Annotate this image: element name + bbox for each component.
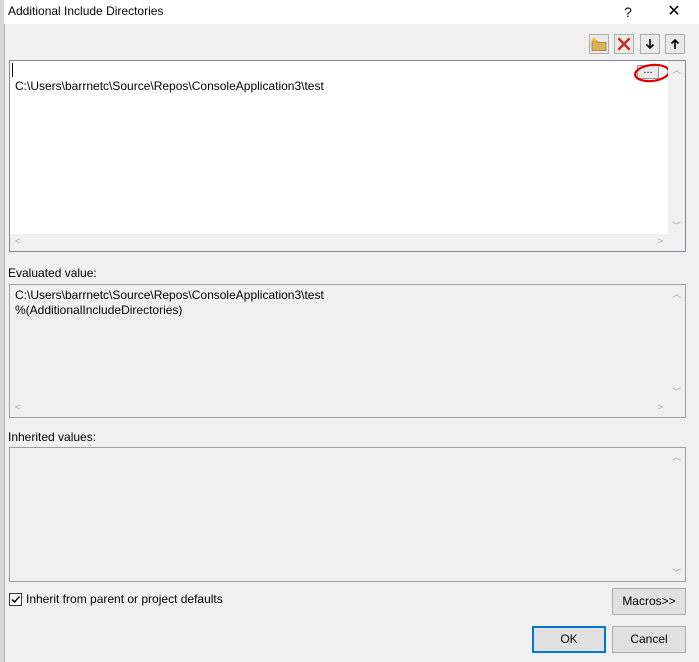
ok-button[interactable]: OK xyxy=(532,626,606,653)
evaluated-horizontal-scrollbar[interactable]: < > xyxy=(10,400,668,417)
evaluated-line: C:\Users\barrnetc\Source\Repos\ConsoleAp… xyxy=(15,288,324,302)
arrow-up-icon xyxy=(670,38,680,49)
scroll-left-icon[interactable]: < xyxy=(15,402,20,412)
directory-horizontal-scrollbar[interactable]: < > xyxy=(10,234,668,251)
scroll-corner xyxy=(668,234,685,251)
move-up-button[interactable] xyxy=(665,34,685,54)
inherited-values-box: ︿ ﹀ xyxy=(9,447,686,582)
move-down-button[interactable] xyxy=(640,34,660,54)
evaluated-label: Evaluated value: xyxy=(8,266,97,280)
scroll-right-icon[interactable]: > xyxy=(658,236,663,246)
cancel-button[interactable]: Cancel xyxy=(612,626,686,653)
inherited-vertical-scrollbar[interactable]: ︿ ﹀ xyxy=(668,448,685,581)
inherit-checkbox-label: Inherit from parent or project defaults xyxy=(26,592,223,606)
close-button[interactable]: ✕ xyxy=(654,0,694,24)
evaluated-value-box: C:\Users\barrnetc\Source\Repos\ConsoleAp… xyxy=(9,284,686,418)
macros-button[interactable]: Macros>> xyxy=(612,588,686,615)
inherited-label: Inherited values: xyxy=(8,430,97,444)
new-line-button[interactable] xyxy=(589,34,609,54)
directory-list[interactable]: C:\Users\barrnetc\Source\Repos\ConsoleAp… xyxy=(9,60,686,252)
delete-x-icon xyxy=(617,37,631,51)
scroll-up-icon[interactable]: ︿ xyxy=(672,287,681,300)
new-folder-icon xyxy=(591,37,607,51)
arrow-down-icon xyxy=(645,39,655,50)
evaluated-line: %(AdditionalIncludeDirectories) xyxy=(15,303,183,317)
scroll-down-icon[interactable]: ﹀ xyxy=(672,566,681,579)
inherit-checkbox[interactable] xyxy=(9,592,22,606)
background-window-strip xyxy=(0,0,5,662)
delete-line-button[interactable] xyxy=(614,34,634,54)
scroll-down-icon[interactable]: ﹀ xyxy=(672,219,681,232)
dialog-title: Additional Include Directories xyxy=(8,4,164,18)
scroll-up-icon[interactable]: ︿ xyxy=(672,450,681,463)
annotation-circle xyxy=(633,63,671,83)
help-button[interactable]: ? xyxy=(608,0,648,24)
scroll-corner xyxy=(668,400,685,417)
directory-vertical-scrollbar[interactable]: ︿ ﹀ xyxy=(668,61,685,234)
scroll-down-icon[interactable]: ﹀ xyxy=(672,385,681,398)
checkmark-icon xyxy=(11,595,21,603)
scroll-right-icon[interactable]: > xyxy=(658,402,663,412)
scroll-up-icon[interactable]: ︿ xyxy=(672,63,681,76)
text-cursor xyxy=(12,63,13,77)
scroll-left-icon[interactable]: < xyxy=(15,236,20,246)
inherit-checkbox-row[interactable]: Inherit from parent or project defaults xyxy=(9,592,223,606)
directory-entry[interactable]: C:\Users\barrnetc\Source\Repos\ConsoleAp… xyxy=(15,79,324,93)
evaluated-vertical-scrollbar[interactable]: ︿ ﹀ xyxy=(668,285,685,400)
